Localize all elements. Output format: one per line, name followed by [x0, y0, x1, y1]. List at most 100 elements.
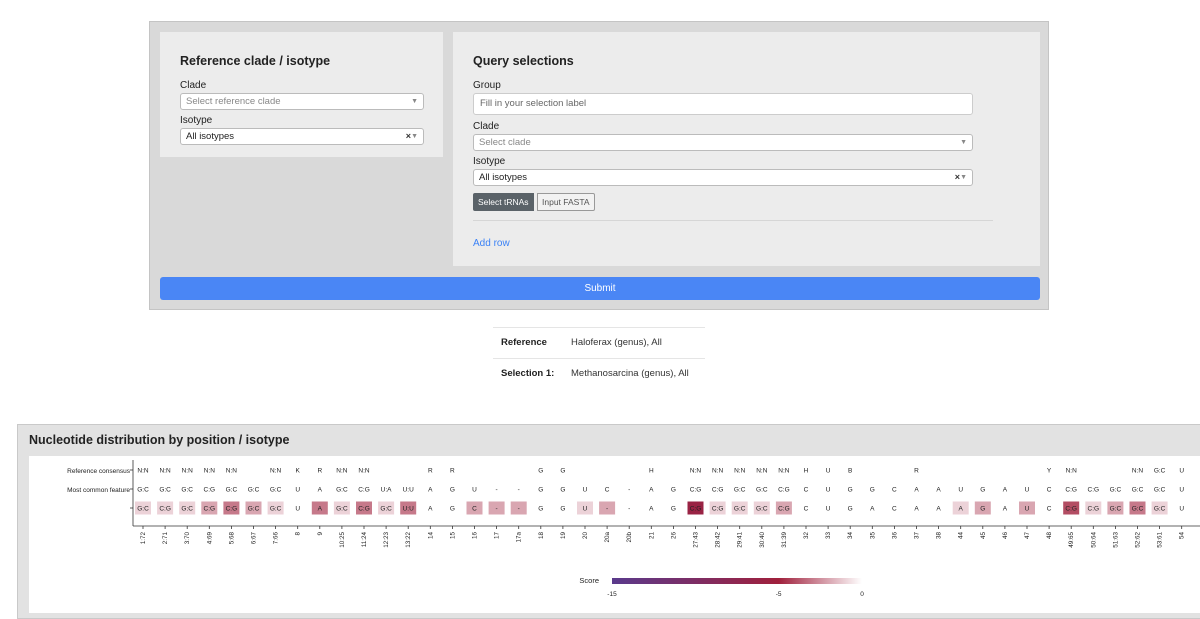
- x-tick-label: 17: [494, 532, 501, 540]
- reference-card-title: Reference clade / isotype: [180, 54, 331, 68]
- heatmap-cell-label: G:C: [181, 506, 193, 513]
- x-tick-label: 14: [427, 532, 434, 540]
- heatmap-cell-label: C: [804, 506, 809, 513]
- feature-cell: -: [628, 487, 630, 494]
- legend-title: Score: [579, 576, 599, 585]
- reference-clade-label: Clade: [180, 80, 207, 91]
- feature-cell: A: [936, 487, 941, 494]
- feature-cell: G: [538, 487, 543, 494]
- feature-cell: G: [560, 487, 565, 494]
- feature-cell: G:C: [756, 487, 768, 494]
- heatmap-cell-label: U: [1025, 506, 1030, 513]
- x-tick-label: 17a: [516, 532, 523, 543]
- info-value: Haloferax (genus), All: [571, 337, 662, 348]
- info-value: Methanosarcina (genus), All: [571, 368, 689, 379]
- row-label: Reference consensus: [67, 468, 131, 475]
- heatmap-cell-label: C: [892, 506, 897, 513]
- x-tick-label: 32: [803, 532, 810, 540]
- x-tick-label: 15: [449, 532, 456, 540]
- heatmap-cell-label: G:C: [248, 506, 260, 513]
- submit-button[interactable]: Submit: [160, 277, 1040, 300]
- heatmap-cell-label: C:G: [159, 506, 171, 513]
- x-tick-label: 33: [825, 532, 832, 540]
- x-tick-label: 1:72: [140, 532, 147, 545]
- reference-clade-select[interactable]: Select reference clade ▼: [180, 93, 424, 110]
- distribution-chart-panel: Nucleotide distribution by position / is…: [17, 424, 1200, 619]
- x-tick-label: 20b: [626, 532, 633, 543]
- consensus-cell: N:N: [226, 468, 238, 475]
- consensus-cell: N:N: [734, 468, 746, 475]
- heatmap-cell-label: G:C: [1132, 506, 1144, 513]
- feature-cell: G:C: [137, 487, 149, 494]
- heatmap-cell-label: G: [450, 506, 455, 513]
- feature-cell: C:G: [690, 487, 702, 494]
- heatmap-cell-label: G:C: [380, 506, 392, 513]
- consensus-cell: N:N: [1066, 468, 1078, 475]
- consensus-cell: N:N: [690, 468, 702, 475]
- x-tick-label: 28:42: [715, 532, 722, 548]
- x-tick-label: 47: [1024, 532, 1031, 540]
- feature-cell: G:C: [226, 487, 238, 494]
- heatmap-cell-label: A: [914, 506, 919, 513]
- row-label: Most common feature: [67, 487, 130, 494]
- x-tick-label: 8: [295, 532, 302, 536]
- selection-panel: Reference clade / isotype Clade Select r…: [149, 21, 1049, 310]
- x-tick-label: 19: [560, 532, 567, 540]
- x-tick-label: 11:24: [361, 532, 368, 548]
- heatmap-cell-label: U: [1179, 506, 1184, 513]
- chevron-down-icon: ▼: [960, 139, 967, 146]
- consensus-cell: N:N: [270, 468, 282, 475]
- heatmap-cell-label: A: [959, 506, 964, 513]
- info-key: Reference: [501, 337, 547, 348]
- x-tick-label: 5:68: [228, 532, 235, 545]
- feature-cell: U:A: [381, 487, 393, 494]
- x-tick-label: 45: [980, 532, 987, 540]
- reference-isotype-value: All isotypes: [186, 131, 235, 142]
- select-trnas-button[interactable]: Select tRNAs: [473, 193, 534, 211]
- input-fasta-button[interactable]: Input FASTA: [537, 193, 595, 211]
- consensus-cell: N:N: [712, 468, 724, 475]
- query-isotype-select[interactable]: All isotypes × ▼: [473, 169, 973, 186]
- heatmap-cell-label: C: [1047, 506, 1052, 513]
- consensus-cell: N:N: [1132, 468, 1144, 475]
- feature-cell: G:C: [734, 487, 746, 494]
- add-row-link[interactable]: Add row: [473, 238, 510, 249]
- query-clade-select[interactable]: Select clade ▼: [473, 134, 973, 151]
- heatmap-cell-label: -: [628, 506, 630, 513]
- reference-isotype-select[interactable]: All isotypes × ▼: [180, 128, 424, 145]
- feature-cell: C:G: [1088, 487, 1100, 494]
- consensus-cell: N:N: [159, 468, 171, 475]
- heatmap-cell-label: C:G: [358, 506, 370, 513]
- consensus-cell: N:N: [182, 468, 194, 475]
- x-tick-label: 48: [1046, 532, 1053, 540]
- x-tick-label: 49:65: [1068, 532, 1075, 548]
- heatmap-cell-label: C:G: [226, 506, 238, 513]
- heatmap-cell-label: G:C: [1154, 506, 1166, 513]
- feature-cell: G:C: [336, 487, 348, 494]
- heatmap-svg: Reference consensus Most common feature N:…: [67, 460, 1200, 598]
- feature-cell: -: [496, 487, 498, 494]
- feature-cell: U: [958, 487, 963, 494]
- consensus-cell: N:N: [336, 468, 348, 475]
- heatmap-cell-label: A: [318, 506, 323, 513]
- feature-cell: G: [980, 487, 985, 494]
- heatmap-cell-label: G:C: [336, 506, 348, 513]
- heatmap-cell-label: C:G: [778, 506, 790, 513]
- x-tick-label: 3:70: [184, 532, 191, 545]
- feature-cell: C:G: [204, 487, 216, 494]
- feature-cell: C: [1047, 487, 1052, 494]
- reference-card: Reference clade / isotype Clade Select r…: [160, 32, 443, 157]
- heatmap-cell-label: G: [848, 506, 853, 513]
- reference-isotype-label: Isotype: [180, 115, 213, 126]
- heatmap-cell-label: G:C: [137, 506, 149, 513]
- x-tick-label: 50:64: [1090, 532, 1097, 548]
- x-tick-label: 27:43: [693, 532, 700, 548]
- heatmap-cell-label: U: [826, 506, 831, 513]
- x-tick-label: 20: [582, 532, 589, 540]
- query-card-title: Query selections: [473, 54, 574, 68]
- group-input[interactable]: Fill in your selection label: [473, 93, 973, 115]
- chevron-down-icon: ▼: [960, 174, 967, 181]
- heatmap-plot: Reference consensus Most common feature N:…: [29, 456, 1200, 613]
- x-tick-label: 51:63: [1112, 532, 1119, 548]
- consensus-cell: G:C: [1154, 468, 1166, 475]
